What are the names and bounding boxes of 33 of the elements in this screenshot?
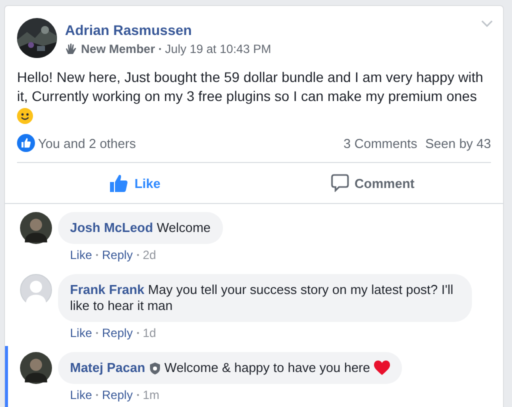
speech-bubble-icon	[330, 174, 349, 192]
comment-text: Frank Frank May you tell your success story on my latest post? I'll like to hear it man	[70, 282, 454, 314]
reply-link[interactable]: Reply	[102, 326, 133, 340]
comment-text: Matej Pacan Welcome & happy to have you here	[70, 360, 390, 376]
comment-age: 2d	[142, 248, 156, 262]
avatar-icon	[20, 352, 52, 384]
like-link[interactable]: Like	[70, 326, 92, 340]
thumbs-up-icon	[110, 174, 128, 192]
seen-count: Seen by 43	[425, 136, 491, 150]
like-link[interactable]: Like	[70, 388, 92, 402]
chevron-down-icon[interactable]	[481, 20, 493, 27]
avatar-icon	[20, 274, 52, 306]
reply-link[interactable]: Reply	[102, 248, 133, 262]
post-text: Hello! New here, Just bought the 59 dollar bundle and I am very happy with it, Currently working on my 3 free plugins so I can make my premium ones	[17, 68, 484, 106]
member-label: New Member	[81, 42, 156, 56]
like-button[interactable]: Like	[17, 167, 254, 199]
author-link[interactable]: Matej Pacan	[70, 360, 146, 375]
author-name[interactable]: Adrian Rasmussen	[65, 22, 272, 38]
smiley-icon	[17, 108, 33, 124]
comment-text: Josh McLeod Welcome	[70, 220, 211, 236]
author-link[interactable]: Frank Frank	[70, 282, 144, 297]
reactions-link[interactable]: You and 2 others	[38, 136, 136, 150]
comment-button[interactable]: Comment	[254, 167, 491, 199]
like-reaction-icon	[17, 134, 35, 152]
like-link[interactable]: Like	[70, 248, 92, 262]
comments-count-link[interactable]: 3 Comments	[344, 136, 418, 150]
author-link[interactable]: Josh McLeod	[70, 220, 154, 235]
hand-icon	[65, 43, 77, 55]
avatar-icon	[20, 212, 52, 244]
post-time[interactable]: July 19 at 10:43 PM	[165, 42, 272, 56]
comment-age: 1d	[142, 326, 156, 340]
comment-age: 1m	[142, 388, 160, 402]
reply-link[interactable]: Reply	[102, 388, 133, 402]
